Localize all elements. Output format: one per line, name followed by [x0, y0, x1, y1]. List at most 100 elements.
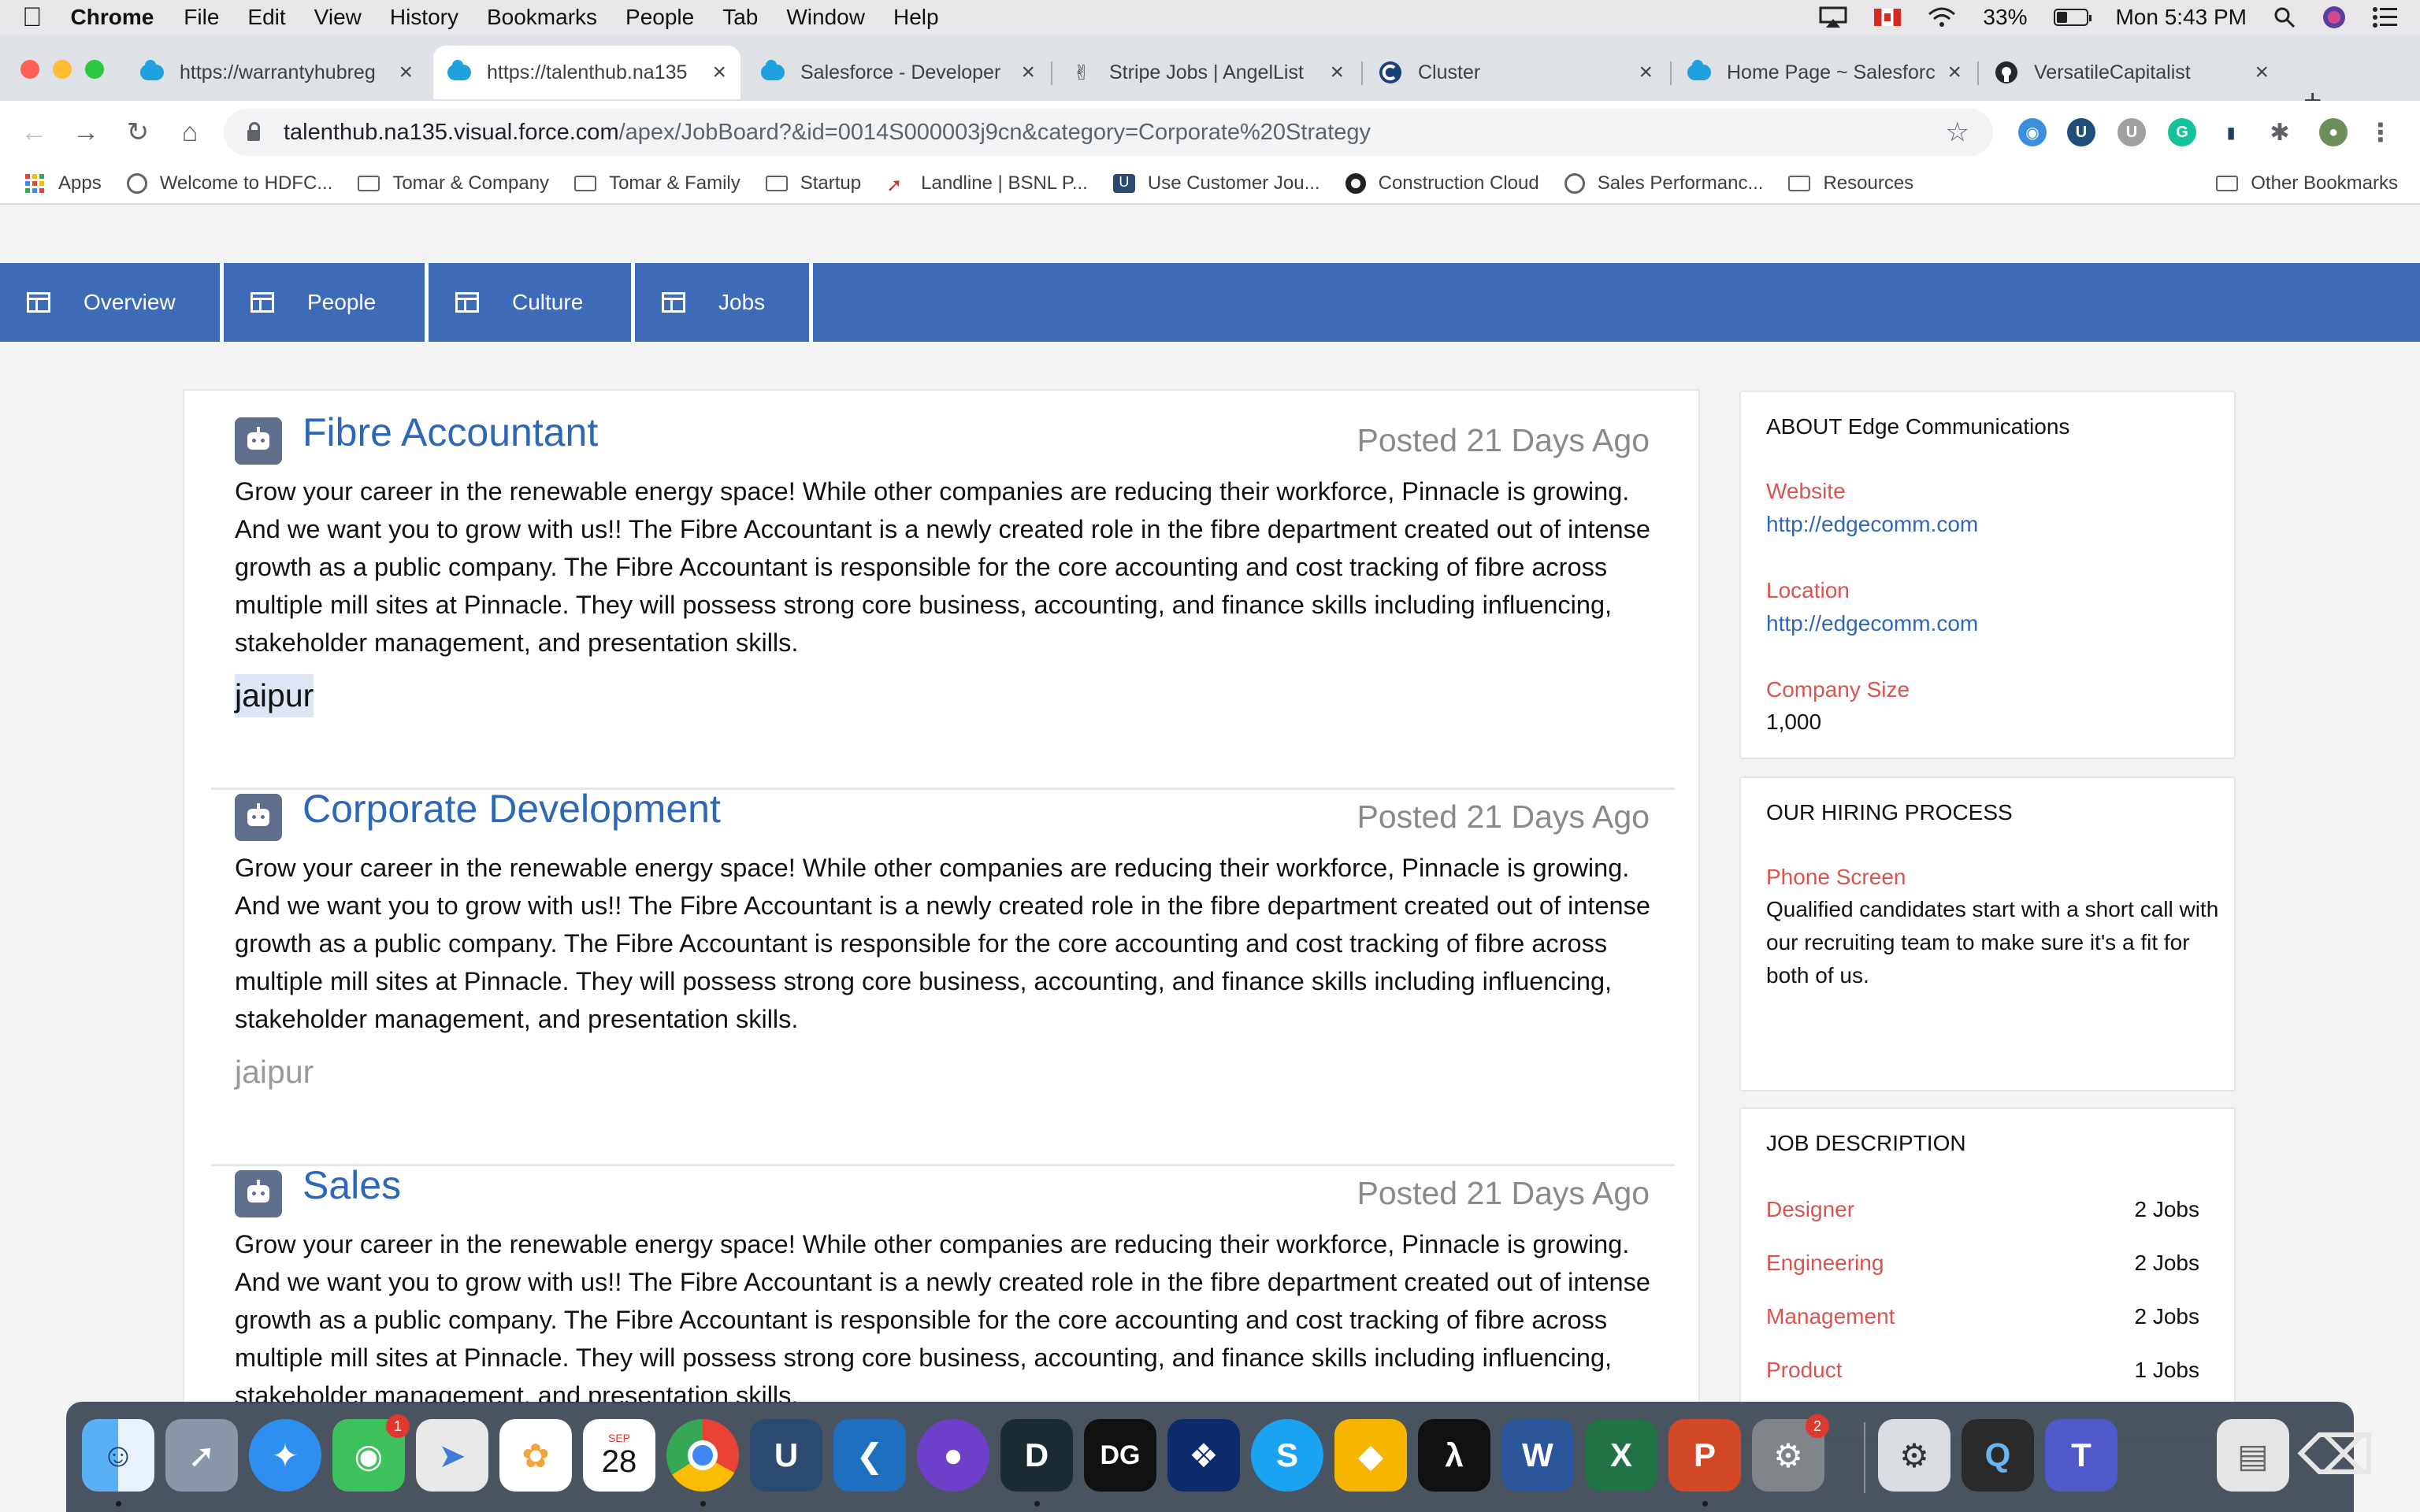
bookmark-construction-cloud[interactable]: Construction Cloud	[1345, 172, 1539, 195]
menu-history[interactable]: History	[390, 5, 458, 30]
excel-icon[interactable]: X	[1585, 1419, 1657, 1492]
spotlight-search-icon[interactable]	[2273, 6, 2296, 28]
reload-icon[interactable]: ↻	[112, 117, 164, 148]
facetime-icon[interactable]: ◉ 1	[332, 1414, 410, 1492]
battery-icon[interactable]	[2054, 9, 2092, 26]
apple-menu-icon[interactable]: 	[22, 2, 43, 33]
menu-window[interactable]: Window	[786, 5, 865, 30]
job-category-row[interactable]: Designer 2 Jobs	[1766, 1197, 2199, 1222]
job-title-link[interactable]: Sales	[302, 1162, 401, 1208]
calendar-icon[interactable]: SEP 28	[583, 1419, 655, 1492]
bookmark-customer-journey[interactable]: U Use Customer Jou...	[1112, 172, 1320, 195]
job-title-link[interactable]: Corporate Development	[302, 786, 721, 832]
nav-tab-culture[interactable]: Culture	[429, 263, 635, 342]
trash-icon[interactable]: ⌫	[2298, 1419, 2376, 1492]
vscode-icon[interactable]: ❮	[833, 1419, 906, 1492]
close-tab-icon[interactable]: ×	[1330, 59, 1344, 86]
extensions-puzzle-icon[interactable]: ✱	[2266, 118, 2294, 146]
menu-view[interactable]: View	[314, 5, 362, 30]
close-tab-icon[interactable]: ×	[2255, 59, 2269, 86]
github-desktop-icon[interactable]: ●	[917, 1419, 989, 1492]
profile-avatar[interactable]: ●	[2319, 118, 2348, 146]
quicktime-icon[interactable]: Q	[1962, 1419, 2034, 1492]
safari-icon[interactable]: ✦	[249, 1419, 321, 1492]
nav-tab-jobs[interactable]: Jobs	[635, 263, 813, 342]
browser-tab[interactable]: ✌ Stripe Jobs | AngelList ×	[1056, 46, 1358, 99]
browser-tab[interactable]: VersatileCapitalist ×	[1980, 46, 2283, 99]
close-tab-icon[interactable]: ×	[1947, 59, 1962, 86]
job-category-row[interactable]: Product 1 Jobs	[1766, 1358, 2199, 1383]
bookmark-folder-resources[interactable]: Resources	[1788, 172, 1913, 195]
close-tab-icon[interactable]: ×	[399, 59, 413, 86]
powerpoint-icon[interactable]: P	[1668, 1419, 1741, 1492]
maps-icon[interactable]: ➤	[416, 1419, 488, 1492]
dropbox-icon[interactable]: ❖	[1167, 1419, 1240, 1492]
launchpad-icon[interactable]: ➚	[165, 1419, 238, 1492]
airplay-icon[interactable]	[1819, 6, 1847, 28]
nav-tab-people[interactable]: People	[224, 263, 429, 342]
menu-bookmarks[interactable]: Bookmarks	[487, 5, 597, 30]
finder-icon[interactable]: ☺	[82, 1419, 154, 1492]
grammarly-extension-icon[interactable]: G	[2168, 118, 2196, 146]
job-category-row[interactable]: Engineering 2 Jobs	[1766, 1251, 2199, 1276]
back-arrow-icon[interactable]: ←	[8, 117, 60, 148]
zoom-window-button[interactable]	[85, 60, 104, 79]
menu-edit[interactable]: Edit	[247, 5, 285, 30]
ghostery-extension-icon[interactable]: ◉	[2018, 118, 2047, 146]
home-icon[interactable]: ⌂	[164, 117, 216, 148]
browser-tab[interactable]: https://warrantyhubreg ×	[126, 46, 427, 99]
bar-chart-extension-icon[interactable]: ▮	[2217, 118, 2245, 146]
job-category-row[interactable]: Management 2 Jobs	[1766, 1304, 2199, 1329]
browser-tab[interactable]: Salesforce - Developer ×	[747, 46, 1049, 99]
job-title-link[interactable]: Fibre Accountant	[302, 410, 598, 455]
lock-icon[interactable]	[247, 122, 260, 141]
bookmark-landline-bsnl[interactable]: ➚ Landline | BSNL P...	[886, 172, 1088, 196]
sketch-icon[interactable]: ◆	[1334, 1419, 1407, 1492]
dashlane-icon[interactable]: D	[1000, 1419, 1073, 1492]
bookmark-folder-other[interactable]: Other Bookmarks	[2216, 172, 2398, 195]
bookmark-apps[interactable]: Apps	[25, 172, 102, 195]
bookmark-folder-tomar-company[interactable]: Tomar & Company	[358, 172, 549, 195]
u-app-icon[interactable]: U	[750, 1419, 822, 1492]
bookmark-hdfc[interactable]: Welcome to HDFC...	[126, 172, 332, 195]
bookmark-star-icon[interactable]: ☆	[1946, 117, 1969, 148]
website-link[interactable]: http://edgecomm.com	[1766, 512, 1978, 537]
address-bar[interactable]: talenthub.na135.visual.force.com/apex/Jo…	[224, 109, 1993, 156]
u-extension-icon[interactable]: U	[2067, 118, 2095, 146]
photos-icon[interactable]: ✿	[499, 1419, 572, 1492]
siri-icon[interactable]	[2322, 6, 2346, 29]
instruments-icon[interactable]: ⚙	[1878, 1419, 1950, 1492]
datagrip-icon[interactable]: DG	[1084, 1419, 1156, 1492]
nav-tab-overview[interactable]: Overview	[0, 263, 224, 342]
chrome-menu-icon[interactable]: ⋮	[2366, 118, 2395, 146]
app-menu-chrome[interactable]: Chrome	[71, 5, 154, 30]
notification-center-icon[interactable]	[2373, 7, 2398, 28]
menu-tab[interactable]: Tab	[722, 5, 758, 30]
input-source-flag-icon[interactable]	[1874, 9, 1902, 26]
clock[interactable]: Mon 5:43 PM	[2115, 5, 2247, 30]
menu-file[interactable]: File	[184, 5, 219, 30]
location-link[interactable]: http://edgecomm.com	[1766, 611, 1978, 636]
teams-icon[interactable]: T	[2045, 1419, 2118, 1492]
word-icon[interactable]: W	[1501, 1419, 1574, 1492]
close-tab-icon[interactable]: ×	[1021, 59, 1035, 86]
browser-tab[interactable]: Cluster ×	[1364, 46, 1667, 99]
skype-icon[interactable]: S	[1251, 1419, 1323, 1492]
preview-icon[interactable]: ▤	[2217, 1419, 2289, 1492]
bookmark-sales-performance[interactable]: Sales Performanc...	[1564, 172, 1763, 195]
forward-arrow-icon[interactable]: →	[60, 117, 112, 148]
bookmark-folder-startup[interactable]: Startup	[765, 172, 861, 195]
browser-tab-active[interactable]: https://talenthub.na135 ×	[433, 46, 740, 99]
chrome-icon[interactable]	[666, 1419, 739, 1492]
menu-help[interactable]: Help	[893, 5, 939, 30]
settings-icon[interactable]: ⚙ 2	[1752, 1414, 1829, 1492]
acrobat-icon[interactable]: λ	[1418, 1419, 1490, 1492]
close-tab-icon[interactable]: ×	[712, 59, 726, 86]
browser-tab[interactable]: Home Page ~ Salesforc ×	[1673, 46, 1976, 99]
close-window-button[interactable]	[20, 60, 39, 79]
wifi-icon[interactable]	[1928, 6, 1956, 28]
close-tab-icon[interactable]: ×	[1639, 59, 1653, 86]
minimize-window-button[interactable]	[53, 60, 72, 79]
gray-extension-icon[interactable]: U	[2118, 118, 2146, 146]
bookmark-folder-tomar-family[interactable]: Tomar & Family	[574, 172, 740, 195]
